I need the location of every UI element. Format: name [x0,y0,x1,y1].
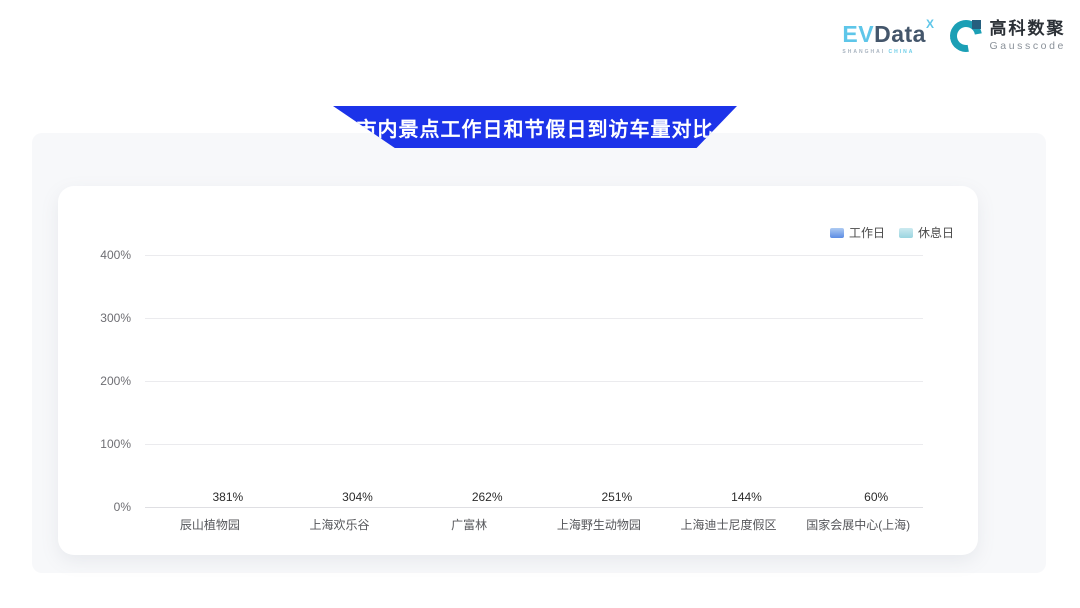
category-label: 上海野生动物园 [557,516,641,533]
bar-group: 304%上海欢乐谷 [275,255,405,507]
legend-item-restday[interactable]: 休息日 [899,224,954,241]
bar-value-label: 251% [601,490,632,504]
bar-group: 144%上海迪士尼度假区 [664,255,794,507]
evdata-subtitle-right: CHINA [888,49,914,55]
x-axis-line [145,507,923,508]
bar-value-label: 144% [731,490,762,504]
y-tick-label: 300% [100,311,131,325]
evdata-subtitle-left: SHANGHAI [842,49,885,55]
chart-card: 工作日休息日 400%300%200%100%0%381%辰山植物园304%上海… [58,186,978,555]
legend: 工作日 休息日 [830,224,954,241]
gausscode-en-name: Gausscode [989,40,1066,52]
category-label: 上海迪士尼度假区 [681,516,777,533]
category-label: 辰山植物园 [180,516,240,533]
y-tick-label: 0% [114,500,131,514]
bar-group: 251%上海野生动物园 [534,255,664,507]
legend-item-workday[interactable]: 工作日 [830,224,885,241]
bar-value-label: 381% [212,490,243,504]
legend-label: 工作日 [849,224,885,241]
gausscode-g-icon [950,20,982,52]
gausscode-logo: 高科数聚 Gausscode [950,20,1066,52]
chart-title-banner: 市内景点工作日和节假日到访车量对比 [333,106,737,148]
legend-label: 休息日 [918,224,954,241]
category-label: 上海欢乐谷 [309,516,369,533]
y-tick-label: 400% [100,248,131,262]
evdata-data-text: Data [874,21,926,47]
y-tick-label: 100% [100,437,131,451]
g-square-shape [972,20,981,29]
category-label: 国家会展中心(上海) [806,516,910,533]
gausscode-cn-name: 高科数聚 [989,20,1066,39]
bar-group: 381%辰山植物园 [145,255,275,507]
evdata-ev-text: EV [842,21,874,47]
content-panel: 工作日休息日 400%300%200%100%0%381%辰山植物园304%上海… [32,133,1046,573]
legend-swatch-restday [899,228,913,238]
header-logos: EVDataX SHANGHAI CHINA 高科数聚 Gausscode [842,20,1066,55]
bar-value-label: 262% [472,490,503,504]
y-tick-label: 200% [100,374,131,388]
bar-group: 262%广富林 [404,255,534,507]
evdata-wordmark: EVDataX [842,23,934,46]
page-title: 市内景点工作日和节假日到访车量对比 [357,113,714,142]
plot-area: 400%300%200%100%0%381%辰山植物园304%上海欢乐谷262%… [145,255,923,507]
evdata-subtitle: SHANGHAI CHINA [842,49,934,55]
gausscode-text: 高科数聚 Gausscode [989,20,1066,52]
bar-groups: 381%辰山植物园304%上海欢乐谷262%广富林251%上海野生动物园144%… [145,255,923,507]
g-ring-shape [944,14,989,59]
bar-value-label: 60% [864,490,888,504]
category-label: 广富林 [451,516,487,533]
legend-swatch-workday [830,228,844,238]
bar-value-label: 304% [342,490,373,504]
evdata-logo: EVDataX SHANGHAI CHINA [842,20,934,55]
evdata-sup-x: X [926,17,935,31]
bar-group: 60%国家会展中心(上海) [793,255,923,507]
